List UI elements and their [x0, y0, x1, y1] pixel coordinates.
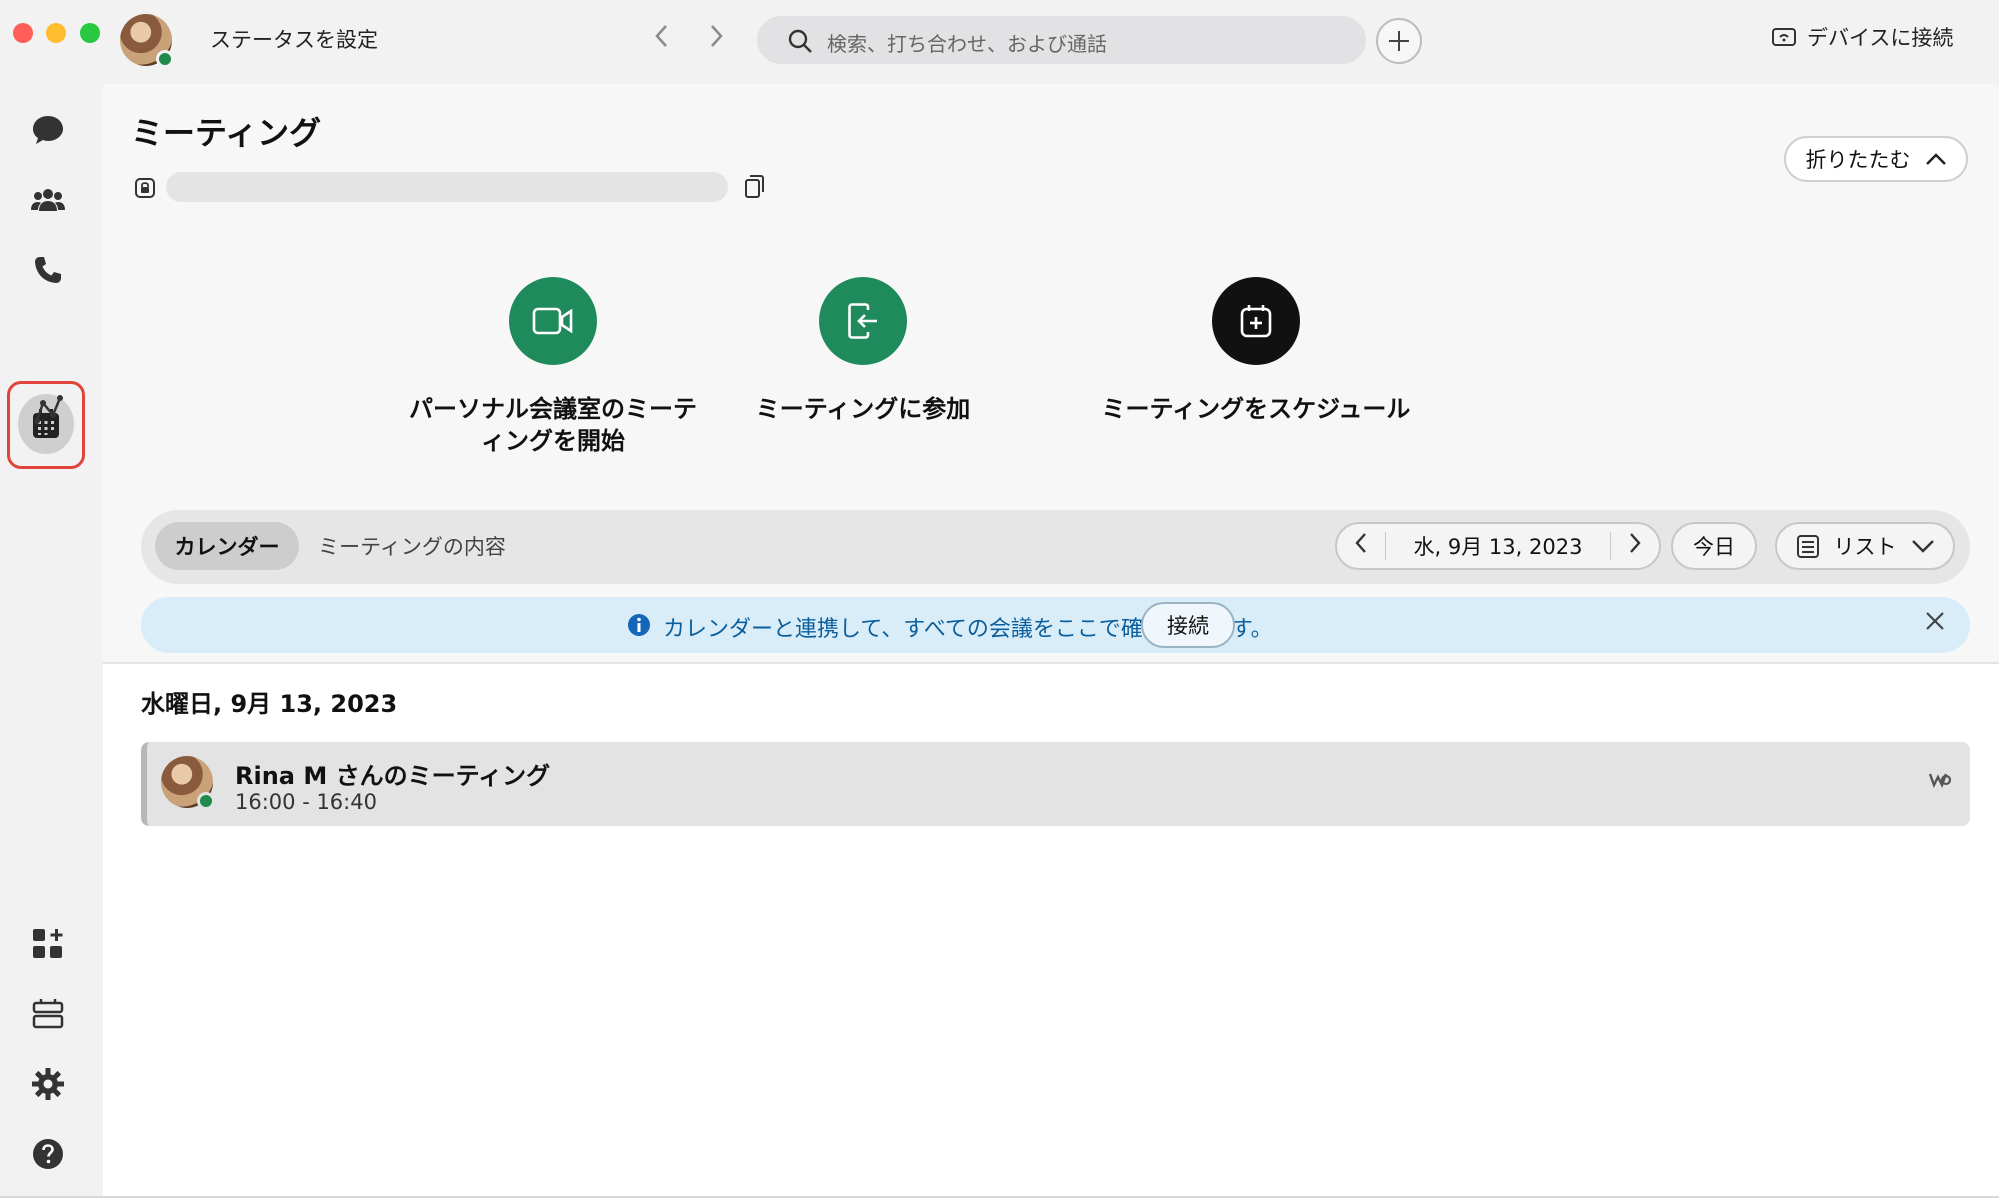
connect-device-button[interactable]: デバイスに接続 [1771, 22, 1953, 52]
help-icon [33, 1139, 63, 1169]
webex-icon [1928, 773, 1952, 788]
set-status-button[interactable]: ステータスを設定 [210, 24, 378, 54]
forward-arrow-icon[interactable] [706, 22, 726, 56]
device-icon [32, 999, 64, 1029]
close-window-button[interactable] [13, 23, 33, 43]
sidebar-item-messaging[interactable] [28, 110, 68, 150]
gear-icon [32, 1068, 64, 1100]
collapse-button[interactable]: 折りたたむ [1784, 136, 1968, 182]
schedule-meeting-button[interactable]: ミーティングをスケジュール [1066, 277, 1446, 425]
search-input[interactable]: 検索、打ち合わせ、および通話 [757, 16, 1366, 64]
tab-meeting-content[interactable]: ミーティングの内容 [307, 522, 517, 570]
date-navigator: 水, 9月 13, 2023 [1335, 522, 1661, 570]
user-avatar[interactable] [120, 14, 174, 68]
section-divider [103, 662, 1999, 664]
meeting-time: 16:00 - 16:40 [235, 790, 377, 814]
tab-calendar[interactable]: カレンダー [155, 522, 299, 570]
people-icon [31, 189, 65, 211]
info-icon [628, 614, 650, 636]
view-label: リスト [1833, 535, 1897, 559]
apps-add-icon [33, 929, 63, 958]
meeting-title: Rina M さんのミーティング [235, 762, 551, 790]
title-bar: ステータスを設定 検索、打ち合わせ、および通話 デバイスに接続 [0, 0, 1999, 84]
sidebar-item-vidcast[interactable] [28, 390, 68, 430]
day-heading: 水曜日, 9月 13, 2023 [141, 690, 398, 718]
today-button[interactable]: 今日 [1671, 522, 1757, 570]
sidebar [0, 84, 100, 1198]
copy-icon[interactable] [743, 173, 765, 199]
calendar-connect-banner: カレンダーと連携して、すべての会議をここで確認できます。 接続 [141, 597, 1970, 653]
join-meeting-label: ミーティングに参加 [755, 395, 971, 423]
sidebar-item-devices[interactable] [28, 994, 68, 1034]
meeting-list-item[interactable]: Rina M さんのミーティング 16:00 - 16:40 [141, 742, 1970, 826]
sidebar-item-settings[interactable] [28, 1064, 68, 1104]
video-camera-icon [532, 307, 573, 335]
connect-calendar-button[interactable]: 接続 [1141, 602, 1235, 648]
vidcast-icon [34, 395, 63, 424]
sidebar-item-help[interactable] [28, 1134, 68, 1174]
calendar-toolbar: カレンダー ミーティングの内容 水, 9月 13, 2023 今日 リスト [141, 510, 1970, 584]
meetings-header: ミーティング 折りたたむ パーソナル会議室のミーティングを開始 ミーティングに参… [103, 84, 1999, 662]
chevron-right-icon [1630, 533, 1641, 553]
lock-icon [135, 178, 155, 198]
page-title: ミーティング [131, 114, 322, 152]
sidebar-item-calling[interactable] [28, 250, 68, 290]
phone-icon [35, 257, 61, 283]
previous-day-button[interactable] [1337, 532, 1385, 560]
chevron-down-icon [1911, 540, 1934, 553]
start-meeting-circle [509, 277, 597, 365]
list-icon [1796, 535, 1819, 558]
view-selector[interactable]: リスト [1775, 522, 1955, 570]
current-date[interactable]: 水, 9月 13, 2023 [1386, 531, 1610, 561]
zoom-window-button[interactable] [80, 23, 100, 43]
device-label: デバイスに接続 [1807, 26, 1954, 50]
chat-bubble-icon [33, 116, 63, 144]
join-meeting-button[interactable]: ミーティングに参加 [673, 277, 1053, 425]
presence-indicator [197, 792, 215, 810]
close-banner-button[interactable] [1924, 609, 1946, 639]
close-icon [1926, 612, 1944, 630]
search-placeholder: 検索、打ち合わせ、および通話 [827, 32, 1107, 56]
main-panel: ミーティング 折りたたむ パーソナル会議室のミーティングを開始 ミーティングに参… [103, 84, 1999, 1198]
sidebar-item-teams[interactable] [28, 180, 68, 220]
back-arrow-icon[interactable] [652, 22, 672, 56]
join-meeting-circle [819, 277, 907, 365]
next-day-button[interactable] [1611, 532, 1659, 560]
start-meeting-label: パーソナル会議室のミーティングを開始 [409, 395, 697, 455]
schedule-meeting-label: ミーティングをスケジュール [1101, 395, 1411, 423]
schedule-icon [1240, 305, 1272, 338]
minimize-window-button[interactable] [46, 23, 66, 43]
schedule-meeting-circle [1212, 277, 1300, 365]
host-avatar [161, 756, 215, 810]
presence-indicator [156, 50, 174, 68]
join-icon [848, 303, 877, 339]
chevron-left-icon [1355, 533, 1366, 553]
add-button[interactable] [1376, 18, 1422, 64]
collapse-label: 折りたたむ [1805, 148, 1911, 172]
device-connect-icon [1772, 28, 1796, 46]
search-icon [788, 29, 812, 53]
chevron-up-icon [1925, 153, 1946, 165]
sidebar-item-apps[interactable] [28, 924, 68, 964]
personal-room-link-field [166, 172, 728, 202]
